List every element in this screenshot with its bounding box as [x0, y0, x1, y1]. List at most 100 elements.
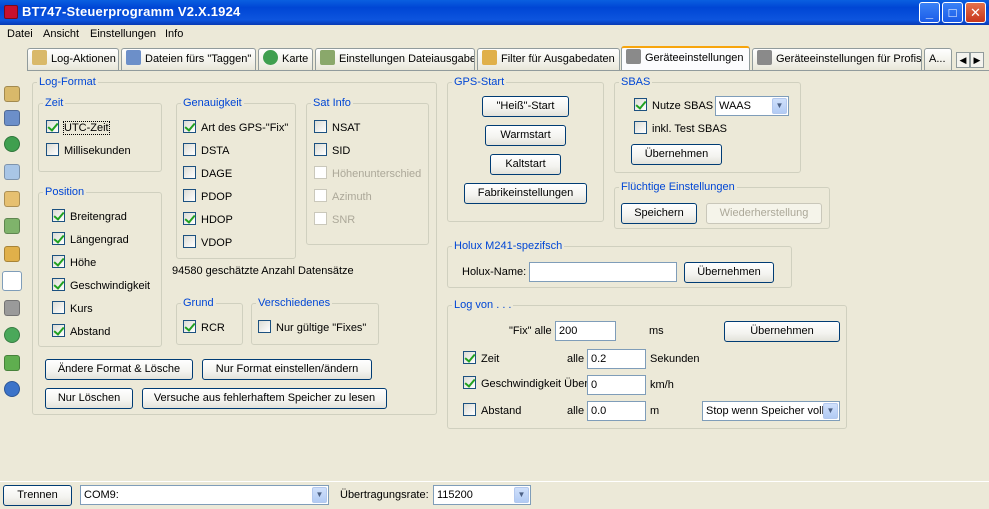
- genauigkeit-title: Genauigkeit: [183, 97, 242, 109]
- log-by-distance-checkbox[interactable]: Abstand: [463, 403, 521, 419]
- cold-start-button[interactable]: Kaltstart: [490, 154, 561, 175]
- hdop-checkbox[interactable]: HDOP: [183, 212, 233, 228]
- checkbox-box: [52, 255, 65, 268]
- nsat-checkbox[interactable]: NSAT: [314, 120, 361, 136]
- log-by-time-checkbox[interactable]: Zeit: [463, 351, 499, 367]
- speed-threshold-input[interactable]: [587, 375, 646, 395]
- hourglass-icon: [482, 50, 497, 65]
- export-icon[interactable]: [4, 355, 20, 371]
- document-icon[interactable]: [4, 164, 20, 180]
- sid-checkbox[interactable]: SID: [314, 143, 350, 159]
- holux-apply-button[interactable]: Übernehmen: [684, 262, 774, 283]
- dsta-checkbox[interactable]: DSTA: [183, 143, 230, 159]
- close-button[interactable]: ✕: [965, 2, 986, 23]
- menu-datei[interactable]: Datei: [7, 28, 33, 40]
- course-checkbox[interactable]: Kurs: [52, 301, 93, 317]
- test-sbas-checkbox[interactable]: inkl. Test SBAS: [634, 121, 727, 137]
- utc-time-checkbox[interactable]: UTC-Zeit: [46, 120, 110, 136]
- tab-dateien-taggen[interactable]: Dateien fürs "Taggen": [121, 48, 256, 70]
- time-every-label: alle: [567, 353, 585, 365]
- log-by-apply-button[interactable]: Übernehmen: [724, 321, 840, 342]
- time-interval-input[interactable]: [587, 349, 646, 369]
- baud-rate-select[interactable]: 115200 ▼: [433, 485, 531, 505]
- hot-start-button[interactable]: "Heiß"-Start: [482, 96, 569, 117]
- delete-only-button[interactable]: Nur Löschen: [45, 388, 133, 409]
- maximize-button[interactable]: □: [942, 2, 963, 23]
- restore-button: Wiederherstellung: [706, 203, 822, 224]
- latitude-checkbox[interactable]: Breitengrad: [52, 209, 127, 225]
- distance-unit: m: [650, 405, 660, 417]
- checkbox-box: [314, 189, 327, 202]
- height-checkbox[interactable]: Höhe: [52, 255, 96, 271]
- document-icon: [320, 50, 335, 65]
- sbas-apply-button[interactable]: Übernehmen: [631, 144, 722, 165]
- speed-checkbox[interactable]: Geschwindigkeit: [52, 278, 150, 294]
- holux-name-input[interactable]: [529, 262, 677, 282]
- checkbox-box: [46, 143, 59, 156]
- vdop-checkbox[interactable]: VDOP: [183, 235, 232, 251]
- tab-filter-ausgabedaten[interactable]: Filter für Ausgabedaten: [477, 48, 620, 70]
- save-button[interactable]: Speichern: [621, 203, 697, 224]
- info-icon[interactable]: [4, 381, 20, 397]
- longitude-checkbox[interactable]: Längengrad: [52, 232, 129, 248]
- hourglass-icon[interactable]: [4, 246, 20, 262]
- tab-more[interactable]: A...: [924, 48, 952, 70]
- photos-icon[interactable]: [4, 110, 20, 126]
- menu-bar: Datei Ansicht Einstellungen Info: [0, 25, 989, 44]
- disconnect-button[interactable]: Trennen: [3, 485, 72, 506]
- snr-checkbox: SNR: [314, 212, 355, 228]
- change-format-delete-button[interactable]: Ändere Format & Lösche: [45, 359, 193, 380]
- tab-scroll-left-icon[interactable]: ◀: [956, 52, 970, 68]
- rcr-checkbox[interactable]: RCR: [183, 320, 225, 336]
- distance-checkbox[interactable]: Abstand: [52, 324, 110, 340]
- minimize-button[interactable]: _: [919, 2, 940, 23]
- log-by-speed-checkbox[interactable]: Geschwindigkeit Über: [463, 376, 588, 392]
- checkbox-box: [634, 121, 647, 134]
- tab-geraeteeinstellungen[interactable]: Geräteeinstellungen: [621, 46, 750, 71]
- set-format-only-button[interactable]: Nur Format einstellen/ändern: [202, 359, 372, 380]
- valid-fixes-checkbox[interactable]: Nur gültige "Fixes": [258, 320, 366, 336]
- factory-reset-button[interactable]: Fabrikeinstellungen: [464, 183, 587, 204]
- com-port-select[interactable]: COM9: ▼: [80, 485, 329, 505]
- menu-einstellungen[interactable]: Einstellungen: [90, 28, 156, 40]
- distance-interval-input[interactable]: [587, 401, 646, 421]
- recycle-icon[interactable]: [4, 327, 20, 343]
- pdop-checkbox[interactable]: PDOP: [183, 189, 232, 205]
- wrench-icon[interactable]: [2, 271, 22, 291]
- tab-geraeteeinstellungen-profis[interactable]: Geräteeinstellungen für Profis: [752, 48, 922, 70]
- checkbox-box: [183, 143, 196, 156]
- milliseconds-checkbox[interactable]: Millisekunden: [46, 143, 131, 159]
- globe-icon: [263, 50, 278, 65]
- recover-memory-button[interactable]: Versuche aus fehlerhaftem Speicher zu le…: [142, 388, 387, 409]
- checkbox-box: [52, 232, 65, 245]
- sbas-type-select[interactable]: WAAS ▼: [715, 96, 789, 116]
- warm-start-button[interactable]: Warmstart: [485, 125, 566, 146]
- checkbox-box: [183, 212, 196, 225]
- home-icon[interactable]: [4, 86, 20, 102]
- pen-icon[interactable]: [4, 191, 20, 207]
- dage-checkbox[interactable]: DAGE: [183, 166, 232, 182]
- tools-plus-icon[interactable]: [4, 300, 20, 316]
- sat-info-title: Sat Info: [313, 97, 351, 109]
- menu-ansicht[interactable]: Ansicht: [43, 28, 79, 40]
- wrench-icon: [626, 49, 641, 64]
- globe-icon[interactable]: [4, 136, 20, 152]
- upload-icon[interactable]: [4, 218, 20, 234]
- azimuth-checkbox: Azimuth: [314, 189, 372, 205]
- gps-fix-type-checkbox[interactable]: Art des GPS-"Fix": [183, 120, 288, 136]
- chevron-down-icon: ▼: [312, 487, 327, 503]
- use-sbas-checkbox[interactable]: Nutze SBAS: [634, 98, 713, 114]
- zeit-title: Zeit: [45, 97, 64, 109]
- menu-info[interactable]: Info: [165, 28, 183, 40]
- log-by-title: Log von . . .: [454, 299, 512, 311]
- checkbox-box: [463, 376, 476, 389]
- holux-name-label: Holux-Name:: [462, 266, 527, 278]
- home-icon: [32, 50, 47, 65]
- tab-log-aktionen[interactable]: Log-Aktionen: [27, 48, 119, 70]
- memory-full-select[interactable]: Stop wenn Speicher voll ▼: [702, 401, 840, 421]
- tab-karte[interactable]: Karte: [258, 48, 313, 70]
- checkbox-box: [183, 166, 196, 179]
- fix-interval-input[interactable]: [555, 321, 616, 341]
- tab-einstellungen-dateiausgabe[interactable]: Einstellungen Dateiausgabe: [315, 48, 475, 70]
- tab-scroll-right-icon[interactable]: ▶: [970, 52, 984, 68]
